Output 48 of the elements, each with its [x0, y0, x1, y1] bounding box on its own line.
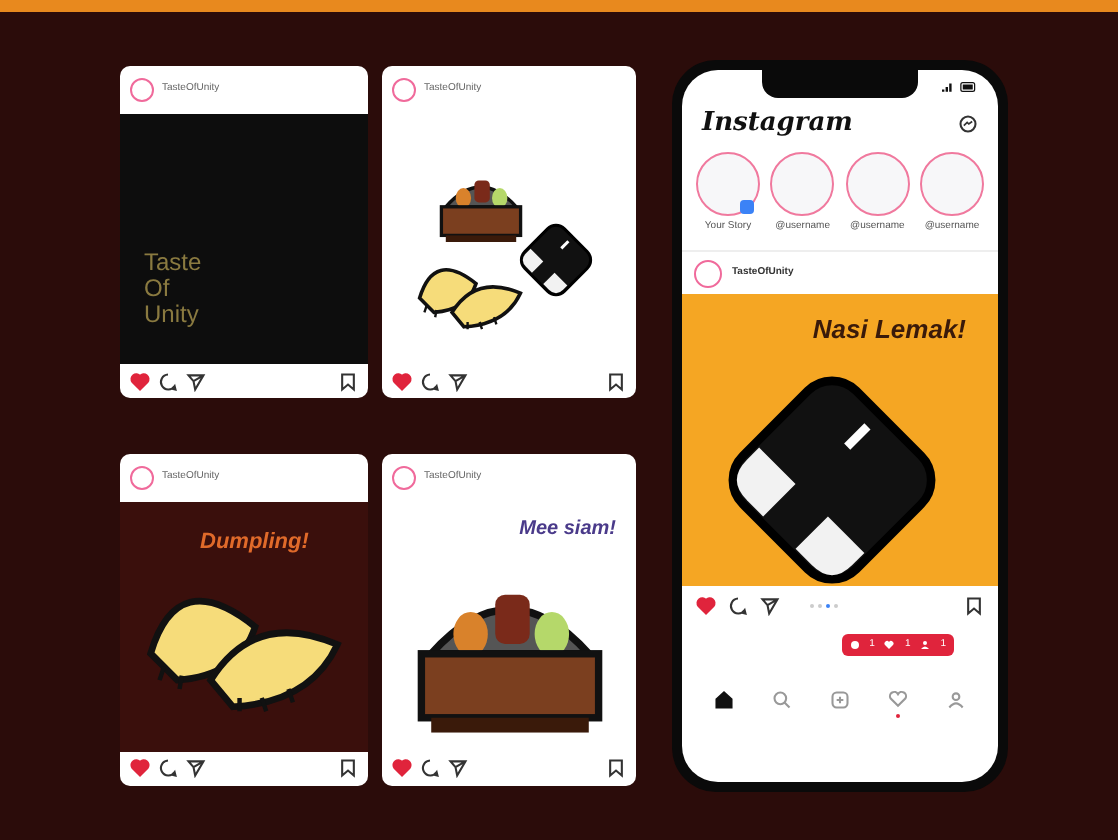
comment-icon[interactable] — [158, 758, 178, 778]
comment-icon — [849, 640, 860, 650]
comment-icon[interactable] — [420, 371, 440, 391]
share-icon[interactable] — [760, 596, 780, 616]
heart-icon[interactable] — [130, 371, 150, 391]
avatar-ring[interactable] — [130, 465, 154, 489]
title-text: Of — [144, 276, 172, 302]
story-avatar[interactable] — [919, 152, 984, 216]
home-icon[interactable] — [713, 690, 734, 710]
messenger-icon[interactable] — [958, 114, 978, 134]
share-icon[interactable] — [448, 758, 468, 778]
avatar-ring[interactable] — [392, 78, 416, 102]
heart-icon[interactable] — [392, 758, 412, 778]
comment-icon[interactable] — [728, 596, 748, 616]
story-avatar[interactable] — [770, 152, 835, 216]
bookmark-icon[interactable] — [606, 758, 626, 778]
post-heading: Nasi Lemak! — [812, 312, 966, 348]
signal-icon — [942, 81, 954, 91]
heart-icon[interactable] — [130, 758, 150, 778]
heart-icon[interactable] — [392, 371, 412, 391]
title-text: Unity — [144, 302, 201, 328]
battery-icon — [960, 81, 978, 91]
bookmark-icon[interactable] — [338, 758, 358, 778]
title-text: Taste — [144, 250, 202, 276]
search-icon[interactable] — [771, 690, 792, 710]
avatar-ring[interactable] — [130, 78, 154, 102]
story-avatar[interactable] — [845, 152, 910, 216]
bookmark-icon[interactable] — [338, 371, 358, 391]
comment-icon[interactable] — [158, 371, 178, 391]
add-post-icon[interactable] — [829, 690, 850, 710]
story-avatar[interactable] — [696, 152, 760, 216]
avatar-ring[interactable] — [694, 259, 722, 287]
bookmark-icon[interactable] — [606, 371, 626, 391]
avatar-ring[interactable] — [392, 465, 416, 489]
app-title: Instagram — [702, 106, 853, 143]
post-heading: Dumpling! — [200, 527, 309, 557]
like-icon — [884, 640, 895, 650]
bookmark-icon[interactable] — [964, 596, 984, 616]
follow-icon — [920, 640, 931, 650]
share-icon[interactable] — [186, 758, 206, 778]
heart-icon[interactable] — [696, 596, 716, 616]
share-icon[interactable] — [186, 371, 206, 391]
share-icon[interactable] — [448, 371, 468, 391]
comment-icon[interactable] — [420, 758, 440, 778]
post-heading: Mee siam! — [519, 515, 616, 543]
profile-icon[interactable] — [946, 690, 967, 710]
heart-outline-icon[interactable] — [888, 690, 909, 710]
add-story-icon[interactable] — [740, 200, 754, 214]
